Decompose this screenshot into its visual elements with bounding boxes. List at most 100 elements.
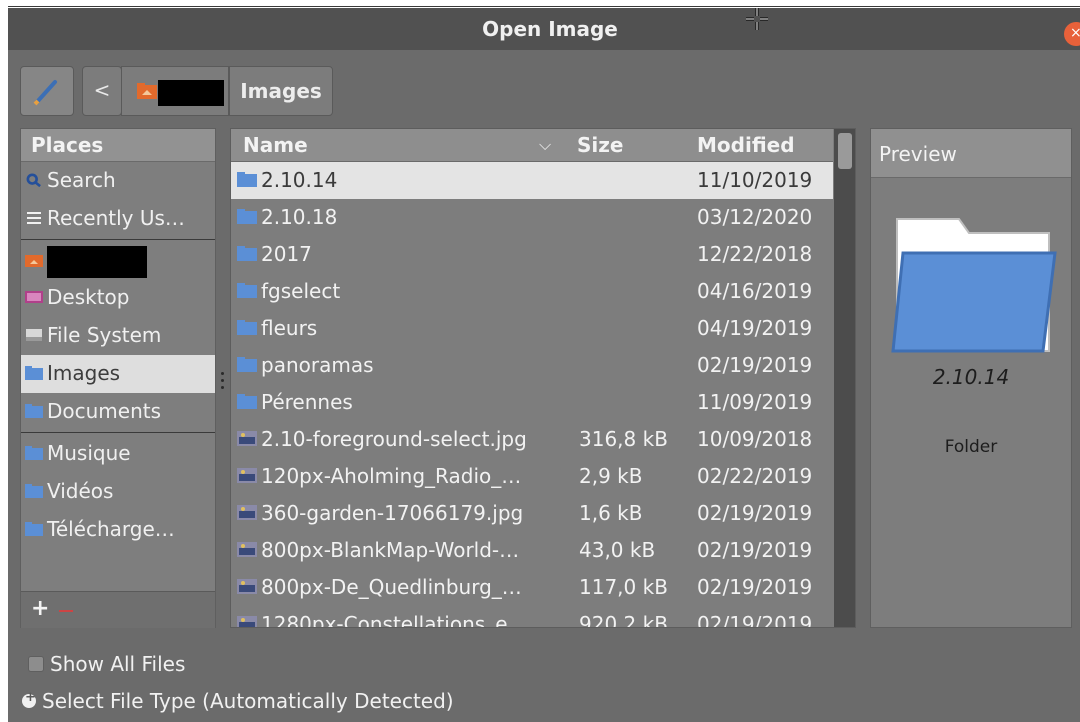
add-bookmark-button[interactable]: + — [31, 596, 49, 621]
remove-bookmark-button[interactable] — [59, 610, 73, 612]
file-name-cell: 2017 — [237, 236, 573, 273]
table-row[interactable]: fleurs 04/19/2019 — [231, 310, 833, 347]
preview-file-type: Folder — [944, 437, 998, 457]
table-row[interactable]: 800px-De_Quedlinburg_… 117,0 kB 02/19/2019 — [231, 569, 833, 606]
folder-icon — [25, 365, 43, 380]
home-folder-icon — [25, 254, 43, 267]
divider — [21, 239, 215, 240]
show-all-files-label: Show All Files — [50, 652, 186, 676]
file-modified-cell: 11/09/2019 — [697, 390, 813, 414]
image-thumb-icon — [237, 616, 257, 627]
sidebar-item-filesystem[interactable]: File System — [21, 317, 215, 355]
table-row[interactable]: 800px-BlankMap-World-… 43,0 kB 02/19/2019 — [231, 532, 833, 569]
table-row[interactable]: 2017 12/22/2018 — [231, 236, 833, 273]
sidebar-item-home[interactable] — [21, 242, 215, 280]
column-name[interactable]: Name — [243, 129, 308, 161]
preview-file-name: 2.10.14 — [932, 365, 1010, 389]
sidebar-item-images[interactable]: Images — [21, 355, 215, 393]
sidebar-item-telechargements[interactable]: Télécharge… — [21, 511, 215, 549]
folder-icon — [25, 483, 43, 498]
file-modified-cell: 02/19/2019 — [697, 353, 813, 377]
file-name-cell: fgselect — [237, 273, 573, 310]
places-header: Places — [21, 129, 215, 162]
folder-icon — [237, 209, 257, 224]
home-folder-icon — [137, 83, 157, 99]
table-row[interactable]: Pérennes 11/09/2019 — [231, 384, 833, 421]
sidebar-item-label: Recently Us… — [47, 206, 185, 230]
image-thumb-icon — [237, 579, 257, 594]
file-name: 1280px-Constellations_e… — [261, 612, 528, 628]
file-modified-cell: 11/10/2019 — [697, 168, 813, 192]
title-bar[interactable]: Open Image × — [8, 8, 1080, 50]
sidebar-item-label: File System — [47, 323, 162, 347]
scrollbar[interactable] — [834, 129, 855, 627]
checkbox-icon — [28, 655, 44, 672]
file-size-cell: 1,6 kB — [579, 501, 643, 525]
file-size-cell: 43,0 kB — [579, 538, 656, 562]
table-row[interactable]: 2.10.14 11/10/2019 — [231, 162, 833, 199]
file-modified-cell: 02/19/2019 — [697, 538, 813, 562]
file-name-cell: 800px-De_Quedlinburg_… — [237, 569, 573, 606]
file-name: fleurs — [261, 316, 318, 340]
divider — [21, 432, 215, 433]
column-modified[interactable]: Modified — [697, 129, 795, 161]
select-file-type-expander[interactable]: Select File Type (Automatically Detected… — [22, 689, 454, 713]
sidebar-item-label: Télécharge… — [47, 517, 175, 541]
table-row[interactable]: fgselect 04/16/2019 — [231, 273, 833, 310]
breadcrumb-images[interactable]: Images — [229, 66, 333, 116]
edit-location-button[interactable] — [20, 66, 74, 116]
file-name-cell: 800px-BlankMap-World-… — [237, 532, 573, 569]
open-image-dialog: Open Image × < Images Places Search Rece… — [8, 8, 1080, 722]
sidebar-item-documents[interactable]: Documents — [21, 393, 215, 431]
file-name: 2.10-foreground-select.jpg — [261, 427, 527, 451]
breadcrumb-home[interactable] — [121, 66, 229, 116]
table-row[interactable]: 2.10-foreground-select.jpg 316,8 kB 10/09/… — [231, 421, 833, 458]
sidebar-item-label: Vidéos — [47, 479, 114, 503]
file-size-cell: 117,0 kB — [579, 575, 668, 599]
file-list-header: Name ⌵ Size Modified — [231, 129, 833, 162]
sidebar-item-label: Images — [47, 361, 121, 385]
file-name-cell: panoramas — [237, 347, 573, 384]
table-row[interactable]: 2.10.18 03/12/2020 — [231, 199, 833, 236]
folder-icon — [25, 403, 43, 418]
scrollbar-thumb[interactable] — [838, 133, 852, 169]
folder-icon — [237, 320, 257, 335]
sidebar-item-search[interactable]: Search — [21, 162, 215, 200]
pane-resize-handle[interactable] — [221, 368, 225, 393]
redacted-username — [47, 245, 147, 278]
sidebar-item-desktop[interactable]: Desktop — [21, 279, 215, 317]
show-all-files-checkbox[interactable]: Show All Files — [28, 652, 185, 676]
folder-icon — [237, 283, 257, 298]
close-button[interactable]: × — [1064, 22, 1080, 46]
column-size[interactable]: Size — [577, 129, 623, 161]
file-name-cell: 360-garden-17066179.jpg — [237, 495, 573, 532]
drive-icon — [26, 328, 42, 341]
desktop-icon — [25, 290, 43, 303]
file-modified-cell: 04/16/2019 — [697, 279, 813, 303]
file-modified-cell: 12/22/2018 — [697, 242, 813, 266]
table-row[interactable]: 120px-Aholming_Radio_… 2,9 kB 02/22/2019 — [231, 458, 833, 495]
file-list: Name ⌵ Size Modified 2.10.14 11/10/2019 2.… — [230, 128, 856, 628]
table-row[interactable]: 360-garden-17066179.jpg 1,6 kB 02/19/2019 — [231, 495, 833, 532]
folder-icon — [237, 357, 257, 372]
file-name: Pérennes — [261, 390, 353, 414]
file-name: 360-garden-17066179.jpg — [261, 501, 524, 525]
sidebar-item-musique[interactable]: Musique — [21, 435, 215, 473]
pencil-icon — [33, 80, 57, 106]
sidebar-item-recent[interactable]: Recently Us… — [21, 200, 215, 238]
folder-icon — [237, 172, 257, 187]
table-row[interactable]: 1280px-Constellations_e… 920,2 kB 02/19/20… — [231, 606, 833, 628]
sidebar-item-videos[interactable]: Vidéos — [21, 473, 215, 511]
file-name: 800px-De_Quedlinburg_… — [261, 575, 522, 599]
file-name-cell: 2.10-foreground-select.jpg — [237, 421, 573, 458]
file-name: 2.10.18 — [261, 205, 338, 229]
places-sidebar: Places Search Recently Us… Desktop File … — [20, 128, 216, 628]
back-button[interactable]: < — [82, 66, 122, 116]
table-row[interactable]: panoramas 02/19/2019 — [231, 347, 833, 384]
file-modified-cell: 10/09/2018 — [697, 427, 813, 451]
image-thumb-icon — [237, 431, 257, 446]
file-size-cell: 2,9 kB — [579, 464, 643, 488]
file-modified-cell: 02/19/2019 — [697, 501, 813, 525]
file-modified-cell: 04/19/2019 — [697, 316, 813, 340]
window-title: Open Image — [482, 17, 618, 41]
